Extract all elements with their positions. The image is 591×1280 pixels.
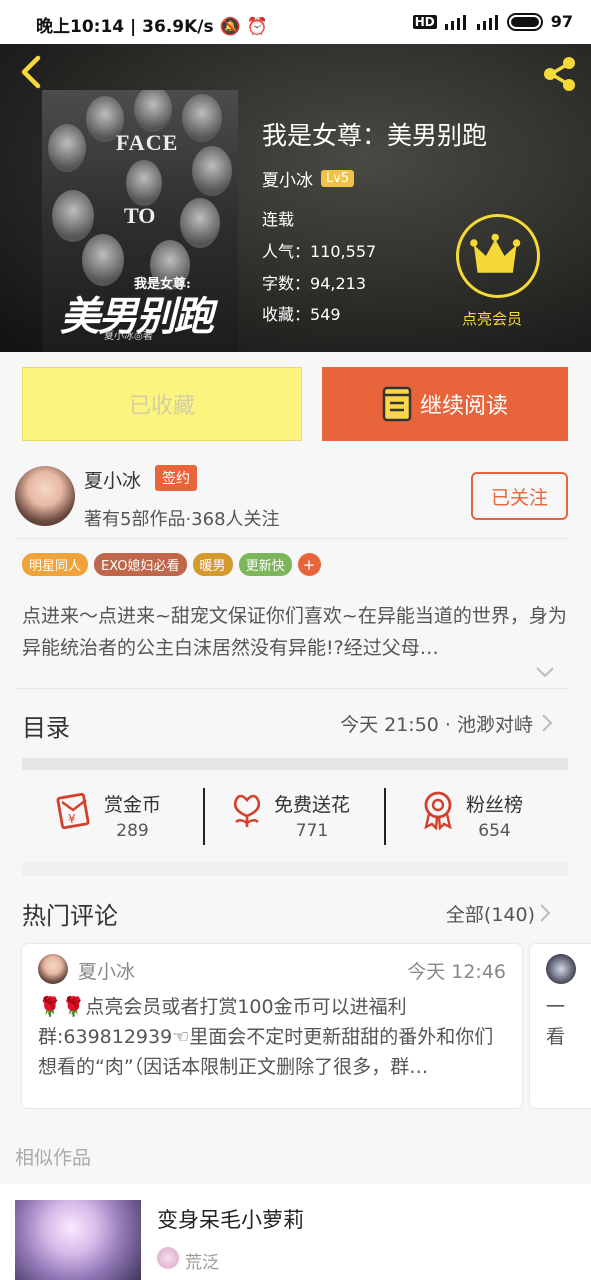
free-flowers-value: 771 — [295, 821, 329, 841]
medal-icon — [424, 791, 452, 830]
author-stats: 著有5部作品·368人关注 — [84, 509, 280, 530]
section-divider — [22, 758, 568, 770]
book-author-name[interactable]: 夏小冰 — [262, 166, 313, 191]
reward-coins-label: 赏金币 — [104, 794, 162, 816]
mute-icon: 🔕 — [219, 17, 241, 37]
follow-button[interactable]: 已关注 — [471, 472, 568, 520]
tag[interactable]: EXO媳妇必看 — [94, 553, 187, 576]
book-title: 我是女尊：美男别跑 — [262, 121, 488, 150]
peek-line-2: 看 — [546, 1026, 566, 1048]
more-tags-button[interactable]: + — [297, 553, 321, 576]
hd-icon: HD — [412, 14, 437, 29]
serial-status: 连载 — [262, 210, 295, 229]
stat-separator — [203, 788, 205, 845]
word-count-value: 94,213 — [310, 274, 366, 293]
fan-ranking[interactable]: 粉丝榜 654 — [420, 790, 523, 841]
chevron-right-icon[interactable] — [540, 904, 550, 922]
alarm-icon: ⏰ — [246, 17, 268, 37]
status-right: HD 97 — [412, 12, 573, 31]
popularity-value: 110,557 — [310, 242, 377, 261]
collected-button[interactable]: 已收藏 — [22, 367, 302, 441]
word-count-label: 字数： — [262, 274, 311, 293]
continue-reading-label: 继续阅读 — [419, 394, 508, 419]
vip-label[interactable]: 点亮会员 — [462, 308, 522, 329]
comment-time: 今天 12:46 — [407, 961, 506, 983]
reward-coins-value: 289 — [116, 821, 149, 841]
hot-comments-label: 热门评论 — [22, 902, 118, 930]
signal-icon-2 — [476, 14, 498, 30]
signed-badge: 签约 — [155, 465, 197, 491]
fan-ranking-value: 654 — [478, 821, 511, 841]
tag[interactable]: 暖男 — [192, 553, 233, 576]
level-badge: Lv5 — [321, 170, 355, 187]
continue-reading-button[interactable]: 继续阅读 — [322, 367, 568, 441]
tag[interactable]: 明星同人 — [22, 553, 89, 576]
comment-user[interactable]: 夏小冰 — [78, 957, 135, 984]
author-avatar[interactable] — [15, 466, 75, 526]
tag[interactable]: 更新快 — [238, 553, 292, 576]
battery-level: 97 — [550, 12, 573, 31]
book-header: FACE TO 我是女尊: 美男别跑 夏小冰◎著 我是女尊：美男别跑 夏小冰 L… — [0, 0, 591, 352]
signal-icon — [444, 14, 466, 30]
divider — [15, 688, 568, 689]
favorites-label: 收藏： — [262, 305, 311, 324]
similar-work-cover[interactable] — [15, 1200, 141, 1280]
red-envelope-icon: ¥ — [56, 792, 90, 830]
cover-to-text: TO — [124, 203, 156, 228]
status-bar: 晚上10:14 | 36.9K/s 🔕 ⏰ HD 97 — [0, 0, 591, 44]
comment-card-peek[interactable]: 一看 — [530, 944, 591, 1108]
similar-work-title[interactable]: 变身呆毛小萝莉 — [157, 1204, 304, 1234]
section-divider — [22, 862, 568, 876]
comment-avatar[interactable] — [38, 954, 68, 984]
similar-work-author-avatar — [157, 1247, 179, 1269]
stat-separator — [384, 788, 386, 845]
free-flowers[interactable]: 免费送花 771 — [230, 790, 350, 841]
book-icon — [382, 386, 412, 422]
peek-line-1: 一 — [546, 996, 566, 1018]
reward-coins[interactable]: ¥ 赏金币 289 — [56, 790, 161, 841]
vip-button[interactable] — [456, 214, 540, 298]
expand-chevron-icon[interactable] — [536, 667, 554, 677]
share-icon[interactable] — [539, 54, 579, 94]
comment-body-peek: 一看 — [546, 992, 565, 1052]
tag-list: 明星同人 EXO媳妇必看 暖男 更新快 + — [22, 553, 321, 576]
comment-card[interactable]: 夏小冰 今天 12:46 🌹🌹点亮会员或者打赏100金币可以进福利群:63981… — [22, 944, 522, 1108]
status-time: 晚上10:14 — [36, 17, 125, 37]
battery-icon — [506, 12, 543, 31]
all-comments-link[interactable]: 全部(140) — [446, 900, 535, 927]
similar-work-item[interactable]: 变身呆毛小萝莉 荒泛 — [0, 1184, 591, 1280]
favorites-row: 收藏：549 — [262, 301, 341, 325]
book-description[interactable]: 点进来～点进来~甜宠文保证你们喜欢~在异能当道的世界，身为异能统治者的公主白沫居… — [22, 600, 570, 664]
crown-icon — [470, 233, 521, 273]
comment-avatar — [546, 954, 576, 984]
toc-label[interactable]: 目录 — [22, 708, 70, 743]
comment-body: 🌹🌹点亮会员或者打赏100金币可以进福利群:639812939☜里面会不定时更新… — [38, 996, 494, 1078]
similar-works-label: 相似作品 — [15, 1147, 92, 1169]
free-flowers-label: 免费送花 — [274, 794, 351, 816]
status-left: 晚上10:14 | 36.9K/s 🔕 ⏰ — [36, 17, 268, 37]
book-author-row[interactable]: 夏小冰 Lv5 — [262, 166, 355, 191]
popularity-label: 人气： — [262, 242, 311, 261]
similar-work-author: 荒泛 — [185, 1253, 219, 1273]
status-speed: 36.9K/s — [142, 17, 214, 37]
cover-face-text: FACE — [116, 130, 179, 155]
favorites-value: 549 — [310, 305, 341, 324]
book-cover: FACE TO 我是女尊: 美男别跑 夏小冰◎著 — [42, 90, 238, 352]
cover-author: 夏小冰◎著 — [104, 331, 153, 342]
back-arrow-icon[interactable] — [14, 54, 48, 90]
author-name[interactable]: 夏小冰 — [84, 466, 141, 493]
fan-ranking-label: 粉丝榜 — [466, 794, 524, 816]
toc-latest-chapter[interactable]: 今天 21:50 · 池渺对峙 — [340, 710, 533, 737]
divider — [15, 538, 568, 539]
svg-text:¥: ¥ — [68, 812, 76, 826]
popularity-row: 人气：110,557 — [262, 238, 376, 262]
word-count-row: 字数：94,213 — [262, 270, 366, 294]
chevron-right-icon[interactable] — [542, 714, 552, 732]
flower-icon — [233, 794, 261, 827]
